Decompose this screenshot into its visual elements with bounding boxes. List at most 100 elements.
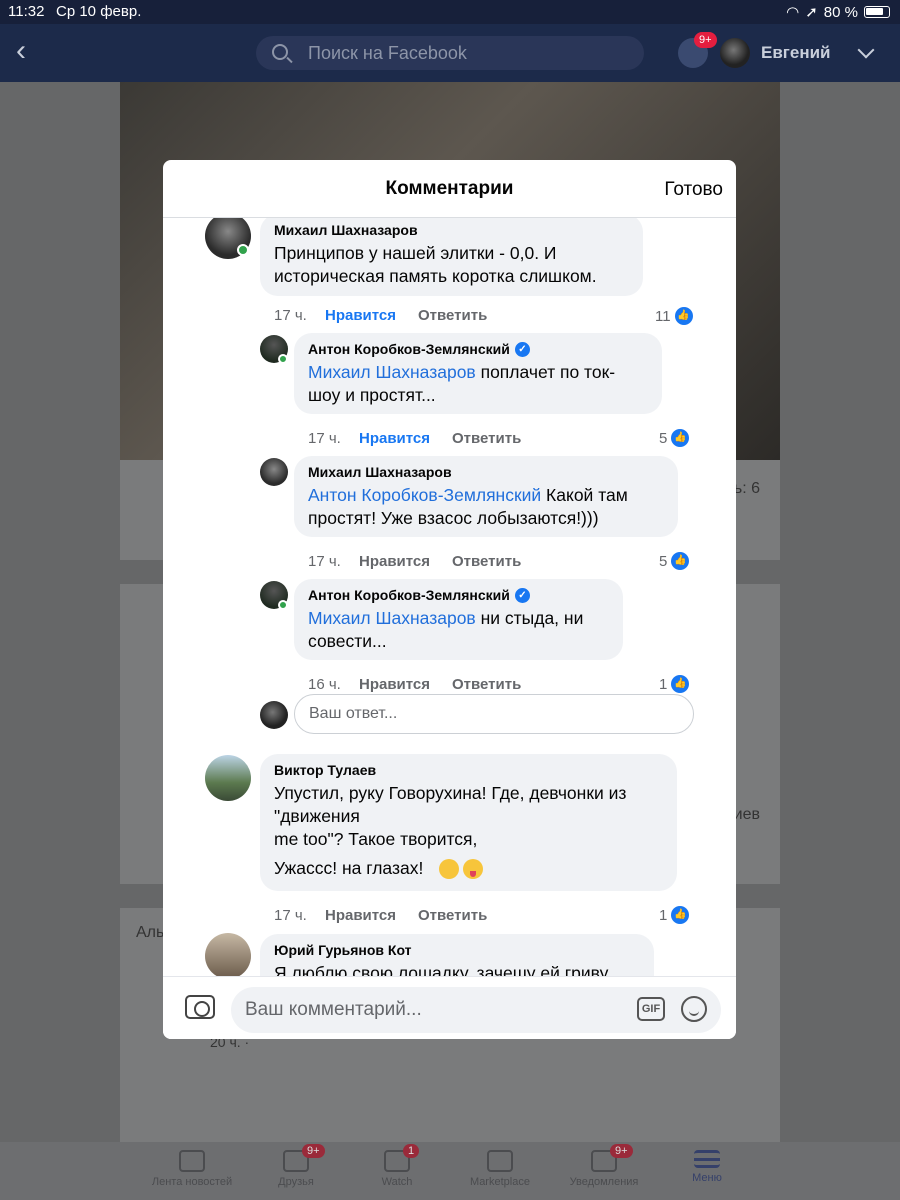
comment-author[interactable]: Антон Коробков-Землянский ✓: [308, 341, 648, 357]
tab-watch[interactable]: 1 Watch: [347, 1144, 447, 1188]
avatar[interactable]: [720, 38, 750, 68]
online-indicator: [278, 354, 288, 364]
comments-modal: Комментарии Готово Михаил Шахназаров При…: [163, 160, 736, 1039]
comment-time: 17 ч.: [274, 307, 307, 324]
comment-meta: 17 ч. Нравится Ответить: [274, 907, 487, 924]
reply-button[interactable]: Ответить: [418, 907, 487, 924]
author-name[interactable]: Виктор Тулаев: [274, 762, 376, 778]
comment-author[interactable]: Виктор Тулаев: [274, 762, 663, 778]
comment-time: 17 ч.: [308, 553, 341, 570]
comment-author[interactable]: Юрий Гурьянов Кот: [274, 942, 640, 958]
mention-link[interactable]: Михаил Шахназаров: [308, 362, 476, 382]
tab-menu[interactable]: Меню: [657, 1150, 757, 1184]
post-author-partial: Аль: [136, 924, 165, 941]
gif-icon[interactable]: GIF: [637, 997, 665, 1021]
comment-composer: Ваш комментарий... GIF: [163, 976, 736, 1039]
reply-button[interactable]: Ответить: [452, 676, 521, 693]
reply-input[interactable]: Ваш ответ...: [294, 694, 694, 734]
tab-news-feed[interactable]: Лента новостей: [142, 1150, 242, 1188]
watch-badge: 1: [403, 1144, 420, 1158]
like-count: 1 👍: [659, 675, 690, 693]
tab-label: Друзья: [278, 1176, 314, 1188]
like-count: 5 👍: [659, 552, 690, 570]
status-time: 11:32: [8, 3, 45, 20]
bottom-tab-bar: Лента новостей 9+ Друзья 1 Watch Marketp…: [0, 1142, 900, 1200]
author-name[interactable]: Михаил Шахназаров: [308, 464, 452, 480]
avatar: [260, 701, 288, 729]
search-input[interactable]: Поиск на Facebook: [256, 36, 644, 70]
like-button[interactable]: Нравится: [325, 307, 418, 324]
user-name[interactable]: Евгений: [761, 43, 831, 63]
done-button[interactable]: Готово: [664, 179, 723, 201]
friends-badge: 9+: [302, 1144, 325, 1158]
wifi-icon: ◠: [786, 4, 800, 21]
messenger-icon[interactable]: 9+: [678, 32, 717, 68]
chevron-down-icon[interactable]: [857, 41, 875, 59]
online-indicator: [278, 600, 288, 610]
status-bar: 11:32 Ср 10 февр. ◠ ➚ 80 %: [0, 0, 900, 24]
tab-label: Marketplace: [470, 1176, 530, 1188]
comment-meta: 17 ч. Нравится Ответить: [274, 307, 487, 324]
like-button[interactable]: Нравится: [325, 907, 418, 924]
top-nav: ‹ Поиск на Facebook 9+ Евгений: [0, 24, 900, 82]
tab-label: Уведомления: [569, 1176, 639, 1188]
like-count: 11 👍: [655, 307, 693, 325]
emoji-picker-icon[interactable]: [681, 996, 707, 1022]
comment-author[interactable]: Антон Коробков-Землянский ✓: [308, 587, 609, 603]
status-date: Ср 10 февр.: [56, 3, 142, 20]
comment-text-body: Ужассс! на глазах!: [274, 858, 424, 878]
comment-text: Антон Коробков-Землянский Какой там прос…: [308, 484, 664, 530]
comment-text: Михаил Шахназаров ни стыда, ни совести..…: [308, 607, 609, 653]
author-name[interactable]: Антон Коробков-Землянский: [308, 341, 510, 357]
battery-level: 80 %: [823, 3, 858, 21]
like-count: 1 👍: [659, 906, 690, 924]
comment-meta: 16 ч. Нравится Ответить: [308, 676, 521, 693]
comment-bubble: Антон Коробков-Землянский ✓ Михаил Шахназа…: [294, 579, 623, 660]
modal-title: Комментарии: [385, 178, 514, 199]
comment-time: 17 ч.: [308, 430, 341, 447]
messenger-badge: 9+: [694, 32, 717, 48]
comment-author[interactable]: Михаил Шахназаров: [308, 464, 664, 480]
comment-text: Упустил, руку Говорухина! Где, девчонки …: [274, 782, 663, 851]
avatar[interactable]: [205, 755, 251, 801]
reply-button[interactable]: Ответить: [452, 430, 521, 447]
search-icon: [272, 44, 288, 60]
laughing-emoji-icon: [439, 859, 460, 880]
status-right: ◠ ➚ 80 %: [786, 3, 890, 21]
back-arrow-icon[interactable]: ‹: [16, 36, 26, 66]
comments-list[interactable]: Михаил Шахназаров Принципов у нашей элит…: [163, 218, 736, 976]
avatar[interactable]: [260, 458, 288, 486]
like-button[interactable]: Нравится: [359, 553, 452, 570]
verified-badge-icon: ✓: [514, 587, 530, 603]
comment-text: Михаил Шахназаров поплачет по ток- шоу и…: [308, 361, 648, 407]
like-count-value: 1: [659, 906, 668, 924]
avatar[interactable]: [205, 933, 251, 976]
mention-link[interactable]: Антон Коробков-Землянский: [308, 485, 541, 505]
tab-marketplace[interactable]: Marketplace: [450, 1150, 550, 1188]
like-button[interactable]: Нравится: [359, 676, 452, 693]
tab-label: Watch: [381, 1176, 413, 1188]
camera-icon[interactable]: [185, 995, 215, 1019]
author-name[interactable]: Антон Коробков-Землянский: [308, 587, 510, 603]
author-name[interactable]: Юрий Гурьянов Кот: [274, 942, 412, 958]
reply-button[interactable]: Ответить: [452, 553, 521, 570]
mention-link[interactable]: Михаил Шахназаров: [308, 608, 476, 628]
tab-friends[interactable]: 9+ Друзья: [246, 1144, 346, 1188]
comment-author[interactable]: Михаил Шахназаров: [274, 222, 629, 238]
battery-icon: [864, 6, 890, 18]
comment-bubble: Юрий Гурьянов Кот Я люблю свою лошадку, з…: [260, 934, 654, 976]
tab-label: Меню: [692, 1172, 722, 1184]
like-count: 5 👍: [659, 429, 690, 447]
tab-notifications[interactable]: 9+ Уведомления: [554, 1144, 654, 1188]
verified-badge-icon: ✓: [514, 341, 530, 357]
like-count-value: 1: [659, 675, 668, 693]
marketplace-icon: [487, 1150, 513, 1172]
tongue-emoji-icon: [463, 859, 484, 880]
comment-bubble: Михаил Шахназаров Принципов у нашей элит…: [260, 218, 643, 296]
comment-time: 16 ч.: [308, 676, 341, 693]
location-icon: ➚: [805, 4, 818, 21]
thumbs-up-icon: 👍: [671, 429, 690, 447]
comment-text-body: Я люблю свою лошадку, зачешу ей гриву: [274, 963, 609, 976]
reply-button[interactable]: Ответить: [418, 307, 487, 324]
like-button[interactable]: Нравится: [359, 430, 452, 447]
